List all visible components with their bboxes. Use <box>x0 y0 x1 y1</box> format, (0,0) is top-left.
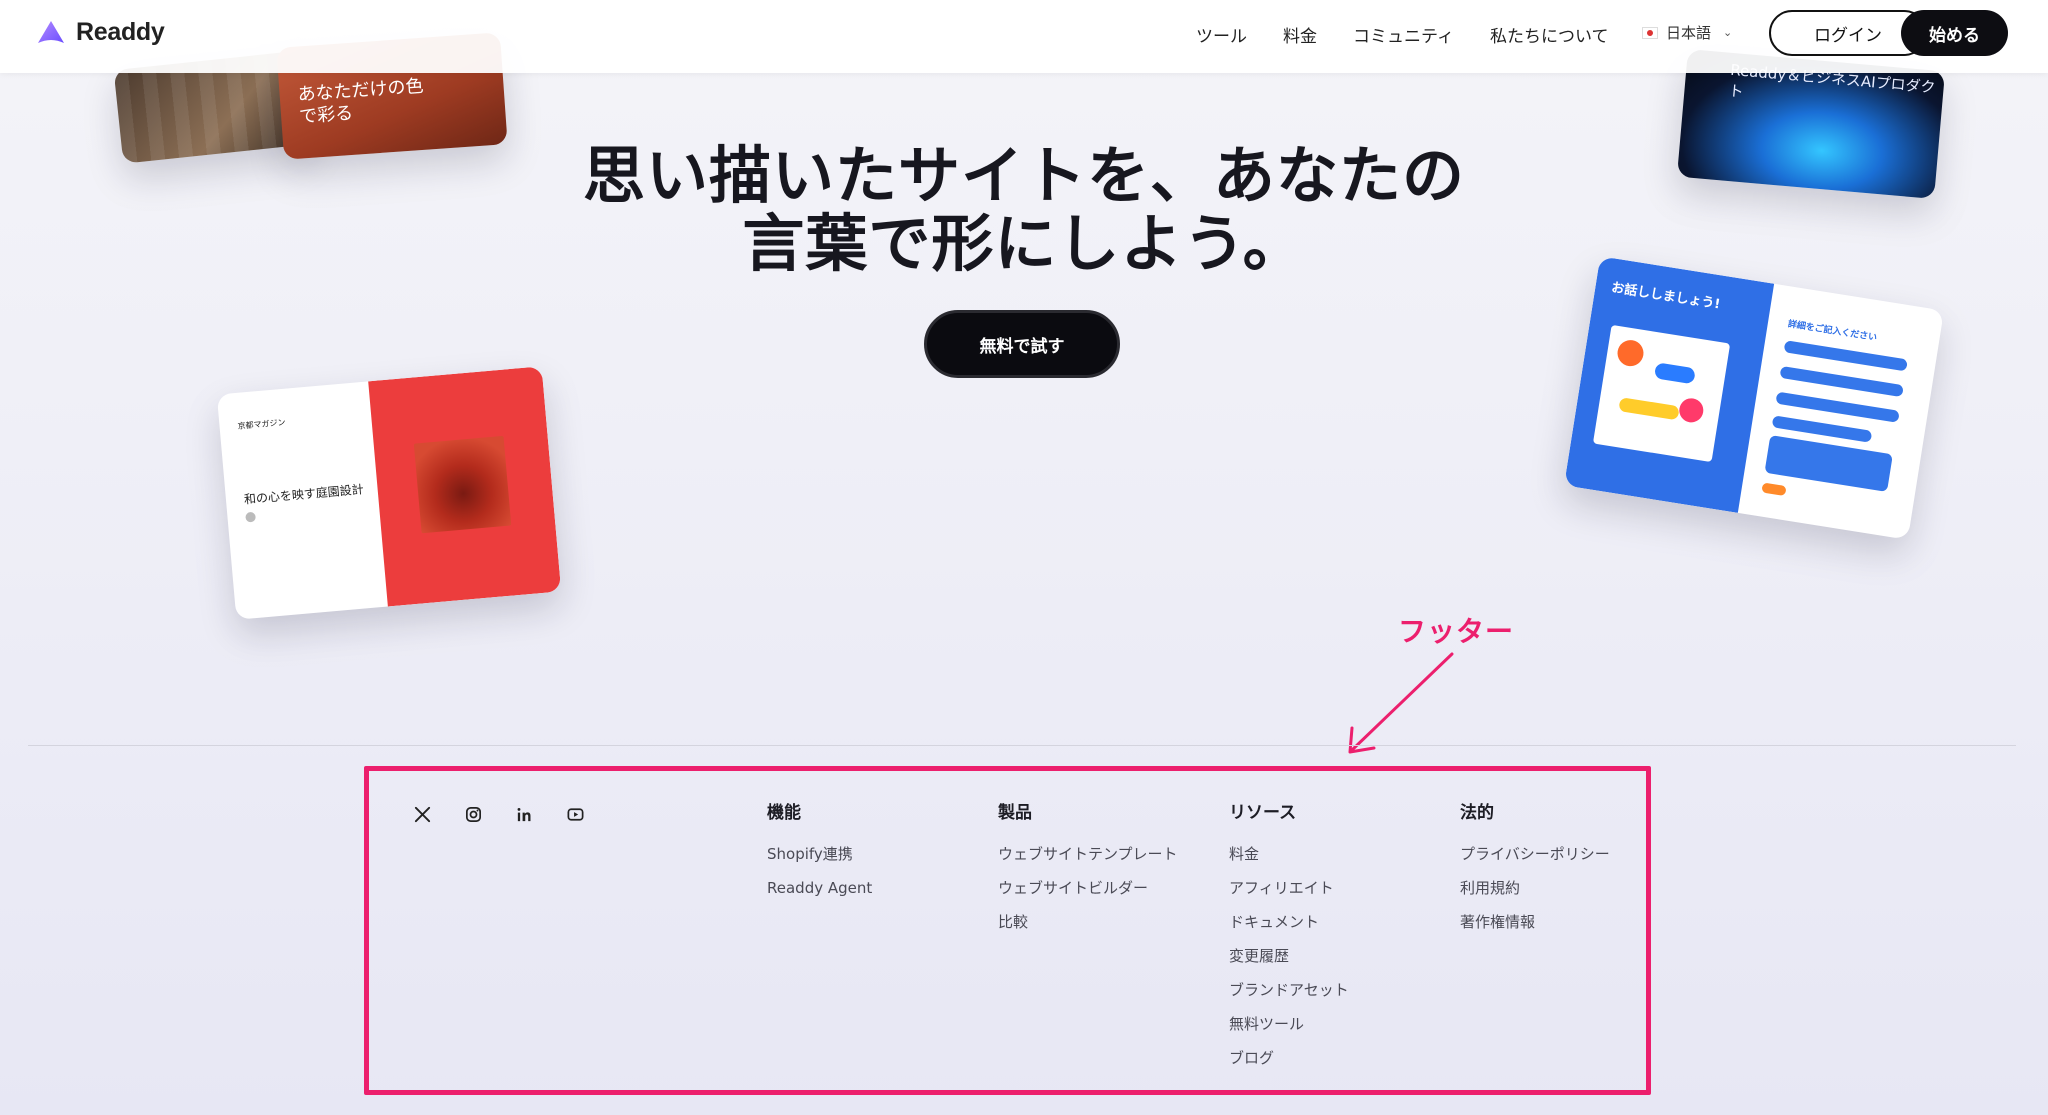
footer-column-title: 機能 <box>767 803 801 823</box>
footer-link-readdy-agent[interactable]: Readdy Agent <box>767 878 872 912</box>
form-textarea <box>1764 435 1893 492</box>
footer-column-title: 製品 <box>998 803 1032 823</box>
footer-link-brand-assets[interactable]: ブランドアセット <box>1229 980 1349 1014</box>
readdy-logo-icon <box>38 20 64 43</box>
nav-item-tools[interactable]: ツール <box>1196 22 1247 47</box>
footer-link-affiliate[interactable]: アフィリエイト <box>1229 878 1349 912</box>
preview-card-magazine-photo <box>413 435 512 534</box>
preview-card-magazine-headline: 和の心を映す庭園設計 <box>243 482 365 507</box>
avatar <box>245 511 256 523</box>
hero-title-line2: 言葉で形にしよう。 <box>742 207 1306 280</box>
main-nav: ツール 料金 コミュニティ 私たちについて <box>1196 22 1644 47</box>
footer-link-changelog[interactable]: 変更履歴 <box>1229 946 1349 980</box>
annotation-label: フッター <box>1398 615 1515 648</box>
footer-column-legal: 法的 プライバシーポリシー 利用規約 著作権情報 <box>1460 798 1610 946</box>
social-links <box>412 804 585 824</box>
preview-card-contact-art <box>1592 324 1731 463</box>
form-field <box>1779 365 1904 398</box>
footer-link-copyright[interactable]: 著作権情報 <box>1460 912 1610 946</box>
preview-card-contact-form-title: 詳細をご記入ください <box>1787 319 1878 344</box>
footer-column-products: 製品 ウェブサイトテンプレート ウェブサイトビルダー 比較 <box>998 798 1178 946</box>
form-field <box>1783 340 1908 372</box>
nav-item-pricing[interactable]: 料金 <box>1283 22 1317 47</box>
start-button[interactable]: 始める <box>1901 10 2008 56</box>
form-send-button <box>1761 482 1787 497</box>
footer-column-resources: リソース 料金 アフィリエイト ドキュメント 変更履歴 ブランドアセット 無料ツ… <box>1229 798 1349 1082</box>
youtube-icon[interactable] <box>565 804 585 824</box>
preview-card-magazine: 京都マガジン 和の心を映す庭園設計 <box>216 366 562 620</box>
footer-column-title: 法的 <box>1460 803 1494 823</box>
instagram-icon[interactable] <box>463 804 483 824</box>
footer-divider <box>28 745 2016 746</box>
hero-title: 思い描いたサイトを、あなたの 言葉で形にしよう。 <box>0 142 2048 278</box>
footer-link-builder[interactable]: ウェブサイトビルダー <box>998 878 1178 912</box>
nav-item-about[interactable]: 私たちについて <box>1490 22 1609 47</box>
footer-link-pricing[interactable]: 料金 <box>1229 844 1349 878</box>
language-selector[interactable]: 日本語 ⌄ <box>1642 22 1732 43</box>
hero-title-line1: 思い描いたサイトを、あなたの <box>582 139 1465 212</box>
x-icon[interactable] <box>412 804 432 824</box>
nav-item-community[interactable]: コミュニティ <box>1353 22 1454 47</box>
footer-link-free-tools[interactable]: 無料ツール <box>1229 1014 1349 1048</box>
logo-text: Readdy <box>76 18 165 46</box>
footer-column-features: 機能 Shopify連携 Readdy Agent <box>767 798 872 912</box>
try-free-button[interactable]: 無料で試す <box>924 310 1120 378</box>
language-label: 日本語 <box>1666 24 1712 42</box>
chevron-down-icon: ⌄ <box>1723 26 1733 39</box>
footer-link-docs[interactable]: ドキュメント <box>1229 912 1349 946</box>
footer-link-shopify[interactable]: Shopify連携 <box>767 844 872 878</box>
site-header: Readdy ツール 料金 コミュニティ 私たちについて 日本語 ⌄ ログイン … <box>0 0 2048 73</box>
footer-link-privacy[interactable]: プライバシーポリシー <box>1460 844 1610 878</box>
preview-card-magazine-author <box>245 511 256 523</box>
footer-link-compare[interactable]: 比較 <box>998 912 1178 946</box>
linkedin-icon[interactable] <box>514 804 534 824</box>
logo[interactable]: Readdy <box>36 18 165 47</box>
japan-flag-icon <box>1642 26 1658 39</box>
footer-link-terms[interactable]: 利用規約 <box>1460 878 1610 912</box>
preview-card-color-text: あなただけの色 で彩る <box>296 75 425 128</box>
preview-card-contact: お話ししましょう! 詳細をご記入ください <box>1563 256 1945 540</box>
footer-link-templates[interactable]: ウェブサイトテンプレート <box>998 844 1178 878</box>
annotation-arrow-icon <box>1348 652 1454 754</box>
preview-card-magazine-brand: 京都マガジン <box>237 417 286 431</box>
footer-link-blog[interactable]: ブログ <box>1229 1048 1349 1082</box>
footer-column-title: リソース <box>1229 803 1297 823</box>
